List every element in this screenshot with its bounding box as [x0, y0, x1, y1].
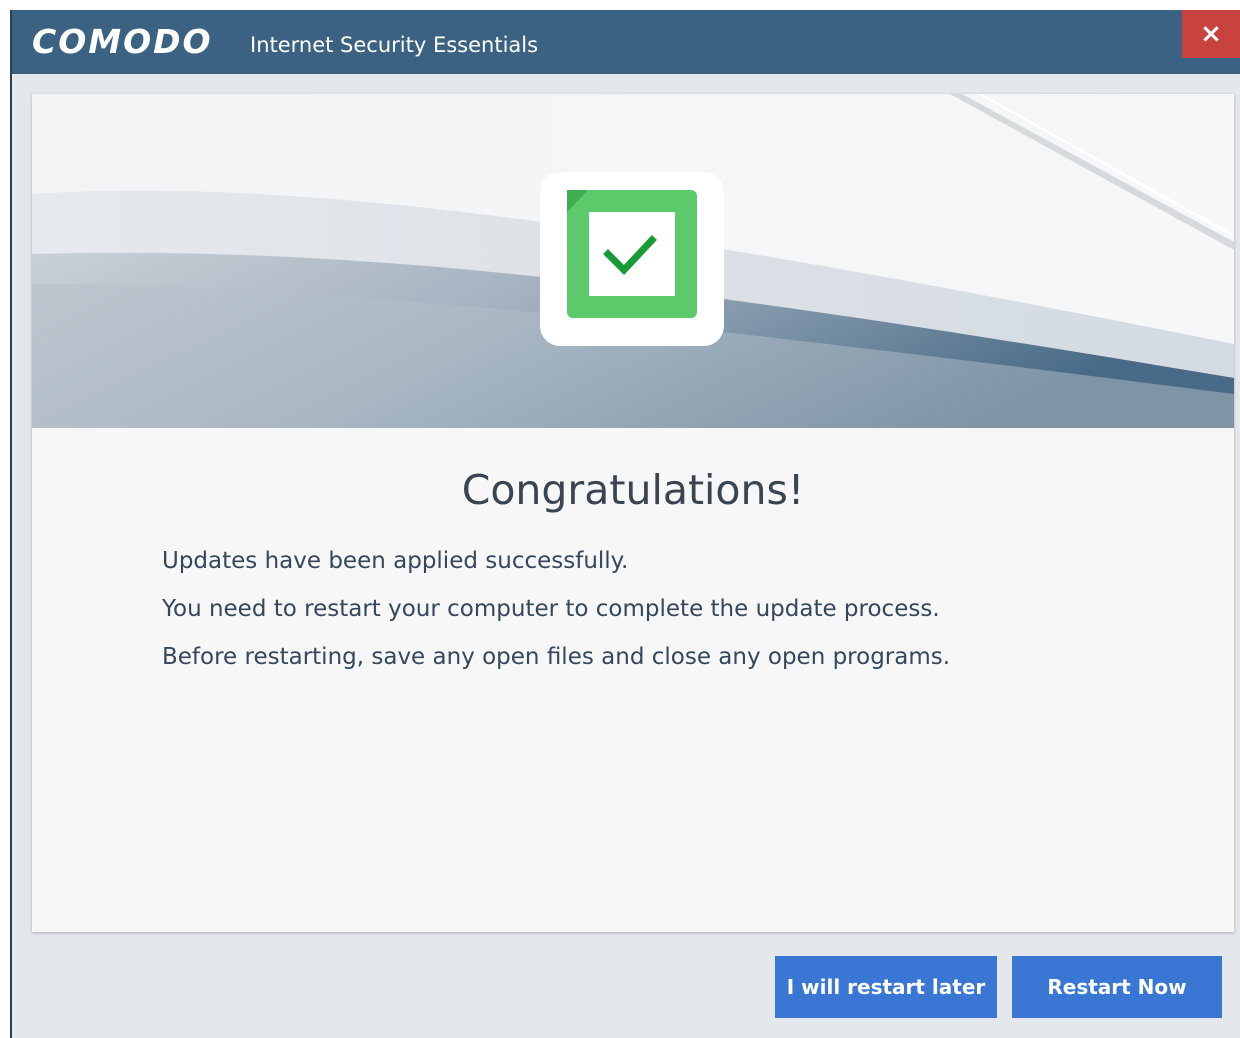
message-line-1: Updates have been applied successfully. [162, 548, 629, 574]
close-icon: × [1200, 19, 1222, 49]
content-panel: Congratulations! Updates have been appli… [32, 94, 1234, 932]
close-button[interactable]: × [1182, 10, 1240, 58]
congratulations-heading: Congratulations! [461, 466, 805, 514]
title-bar[interactable]: COMODO Internet Security Essentials × [12, 10, 1240, 74]
product-name: Internet Security Essentials [250, 33, 539, 57]
update-complete-dialog: COMODO Internet Security Essentials × Co… [10, 10, 1240, 1038]
comodo-logo: COMODO [32, 22, 213, 61]
restart-later-button[interactable]: I will restart later [775, 956, 997, 1018]
message-line-3: Before restarting, save any open files a… [162, 644, 951, 670]
green-checkmark-icon [540, 172, 724, 346]
message-line-2: You need to restart your computer to com… [162, 596, 940, 622]
restart-now-button[interactable]: Restart Now [1012, 956, 1222, 1018]
